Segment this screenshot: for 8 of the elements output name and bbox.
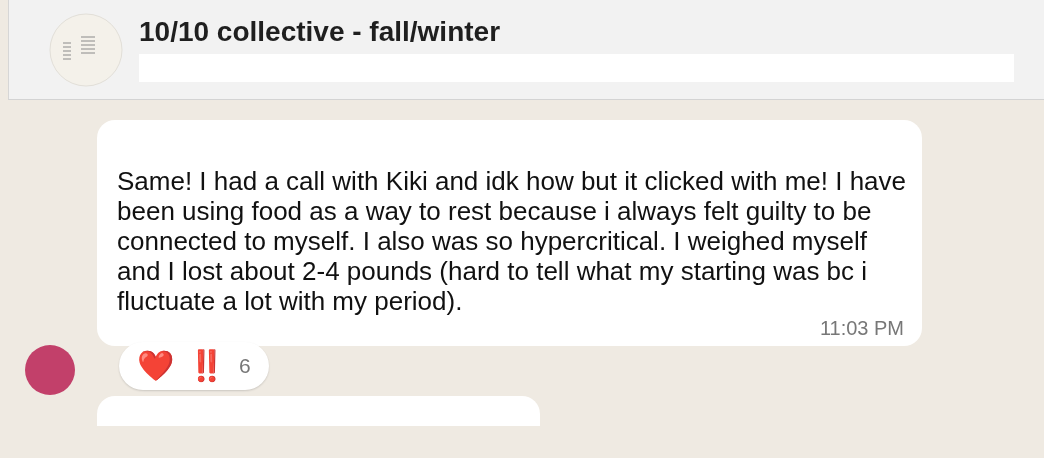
reaction-emoji: ‼ [188, 350, 225, 381]
chat-title: 10/10 collective - fall/winter [139, 17, 502, 46]
reaction-pill[interactable]: ❤ ‼ 6 [119, 342, 269, 390]
message-time: 11:03 PM [819, 317, 904, 339]
message-text: Same! I had a call with Kiki and idk how but it clicked with me! I have been using food as a way to rest because i always felt guilty to be connected to myself. I also was so hypercritical. I weighed myself and I lost about 2-4 pounds (hard to tell what my starting was bc i fluctuate a lot with my period). [117, 166, 908, 316]
sender-avatar-icon[interactable] [25, 345, 75, 395]
reaction-emoji: ❤ [137, 350, 174, 381]
reaction-count: 6 [239, 353, 251, 379]
